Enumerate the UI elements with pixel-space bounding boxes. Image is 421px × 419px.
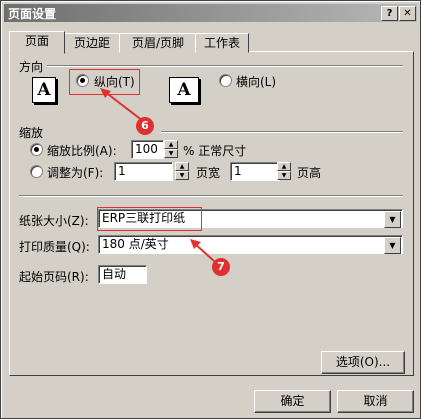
print-quality-select[interactable]: 180 点/英寸 ▼ [98, 235, 403, 254]
tab-header-footer[interactable]: 页眉/页脚 [119, 33, 197, 53]
landscape-page-icon: A [169, 77, 199, 103]
print-quality-label: 打印质量(Q): [19, 240, 90, 254]
window-title: 页面设置 [8, 7, 57, 21]
spin-down-icon[interactable]: ▼ [164, 149, 178, 158]
scaling-divider [161, 131, 403, 133]
paper-divider [19, 195, 403, 197]
orientation-divider [47, 65, 403, 67]
spin-down-icon[interactable]: ▼ [175, 171, 189, 180]
portrait-page-icon: A [32, 77, 56, 103]
fit-to-label[interactable]: 调整为(F): [47, 164, 103, 181]
landscape-radio[interactable] [219, 74, 232, 87]
tab-page[interactable]: 页面 [9, 31, 65, 54]
adjust-to-radio[interactable] [30, 143, 43, 156]
cancel-button[interactable]: 取消 [337, 390, 414, 413]
close-button[interactable]: ✕ [399, 6, 416, 21]
first-page-input[interactable]: 自动 [98, 265, 147, 284]
pages-tall-label: 页高 [297, 166, 322, 180]
spin-up-icon[interactable]: ▲ [277, 162, 291, 171]
pages-wide-spinner[interactable]: ▲ ▼ [175, 162, 189, 180]
adjust-to-label[interactable]: 缩放比例(A): [47, 142, 117, 159]
paper-size-label: 纸张大小(Z): [19, 214, 89, 228]
tab-margins[interactable]: 页边距 [63, 33, 121, 53]
spin-down-icon[interactable]: ▼ [277, 171, 291, 180]
ok-button[interactable]: 确定 [254, 390, 331, 413]
scaling-section-label: 缩放 [19, 126, 44, 140]
scale-percent-input[interactable]: 100 [131, 140, 164, 159]
chevron-down-icon[interactable]: ▼ [384, 237, 401, 254]
options-button[interactable]: 选项(O)... [321, 351, 405, 374]
chevron-down-icon[interactable]: ▼ [384, 211, 401, 228]
pages-tall-input[interactable]: 1 [230, 162, 280, 181]
spin-up-icon[interactable]: ▲ [164, 140, 178, 149]
page-setup-dialog: 页面设置 ? ✕ 页面 页边距 页眉/页脚 工作表 方向 A 纵向(T) A 横… [0, 0, 421, 419]
first-page-label: 起始页码(R): [19, 270, 89, 284]
scale-percent-suffix: % 正常尺寸 [183, 144, 247, 158]
title-bar[interactable]: 页面设置 ? ✕ [4, 4, 417, 22]
print-quality-value: 180 点/英寸 [102, 237, 169, 251]
fit-to-radio[interactable] [30, 165, 43, 178]
scale-percent-spinner[interactable]: ▲ ▼ [164, 140, 178, 158]
spin-up-icon[interactable]: ▲ [175, 162, 189, 171]
help-button[interactable]: ? [381, 6, 398, 21]
pages-wide-label: 页宽 [196, 166, 221, 180]
pages-wide-input[interactable]: 1 [114, 162, 173, 181]
pages-tall-spinner[interactable]: ▲ ▼ [277, 162, 291, 180]
annotation-box-paper-size [97, 207, 202, 231]
tab-sheet[interactable]: 工作表 [195, 33, 249, 53]
annotation-badge-6: 6 [136, 117, 154, 135]
orientation-section-label: 方向 [19, 60, 44, 74]
landscape-label[interactable]: 横向(L) [236, 73, 276, 90]
annotation-badge-7: 7 [212, 258, 230, 276]
